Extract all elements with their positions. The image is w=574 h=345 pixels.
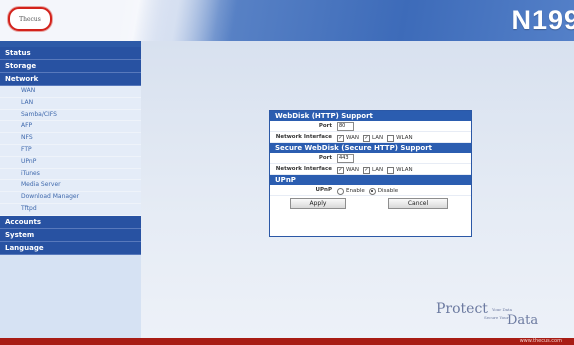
secure-webdisk-port-input[interactable]: 443 xyxy=(337,154,354,163)
webdisk-wlan-checkbox[interactable] xyxy=(387,134,395,142)
secure-webdisk-wlan-label: WLAN xyxy=(396,167,413,173)
model-title: N199 xyxy=(511,5,574,35)
secure-webdisk-port-row: Port 443 xyxy=(270,153,471,164)
footer-bar: www.thecus.com xyxy=(0,338,574,345)
upnp-enable-label: Enable xyxy=(346,188,365,194)
sidebar-category-accounts[interactable]: Accounts xyxy=(0,215,141,229)
slogan-protect: Protect xyxy=(436,301,488,317)
secure-webdisk-wan-label: WAN xyxy=(346,167,360,173)
slogan-data: Data xyxy=(507,313,539,328)
secure-webdisk-wlan-checkbox[interactable] xyxy=(387,166,395,174)
webdisk-port-row: Port 80 xyxy=(270,121,471,132)
footer-url[interactable]: www.thecus.com xyxy=(520,338,562,345)
header-swoosh xyxy=(120,0,260,41)
apply-button[interactable]: Apply xyxy=(290,198,346,209)
slogan-secure-your: Secure Your xyxy=(484,315,509,320)
sidebar-category-network[interactable]: Network xyxy=(0,73,141,86)
sidebar-item-ftp[interactable]: FTP xyxy=(0,144,141,157)
button-row: Apply Cancel xyxy=(270,196,471,209)
slogan-your-data: Your Data xyxy=(492,307,513,312)
secure-webdisk-lan-checkbox[interactable]: ✓ xyxy=(363,166,371,174)
sidebar-item-upnp[interactable]: UPnP xyxy=(0,156,141,169)
sidebar-empty-area xyxy=(0,254,141,345)
webdisk-wan-label: WAN xyxy=(346,135,360,141)
webdisk-settings-panel: WebDisk (HTTP) Support Port 80 Network I… xyxy=(269,110,472,237)
secure-webdisk-lan-label: LAN xyxy=(372,167,384,173)
header-bar: Thecus N199 xyxy=(0,0,574,41)
upnp-section-header: UPnP xyxy=(270,175,471,185)
webdisk-lan-checkbox[interactable]: ✓ xyxy=(363,134,371,142)
upnp-label: UPnP xyxy=(315,187,332,193)
webdisk-lan-label: LAN xyxy=(372,135,384,141)
webdisk-interface-label: Network Interface xyxy=(275,134,332,140)
sidebar: Status Storage Network WAN LAN Samba/CIF… xyxy=(0,41,141,345)
webdisk-wan-checkbox[interactable]: ✓ xyxy=(337,134,344,142)
upnp-disable-radio[interactable] xyxy=(368,187,376,195)
upnp-enable-radio[interactable] xyxy=(337,187,344,195)
logo-text: Thecus xyxy=(19,15,41,23)
secure-webdisk-interface-label: Network Interface xyxy=(275,166,332,172)
sidebar-item-tftpd[interactable]: Tftpd xyxy=(0,203,141,216)
secure-webdisk-wan-checkbox[interactable]: ✓ xyxy=(337,166,344,174)
sidebar-item-itunes[interactable]: iTunes xyxy=(0,168,141,181)
cancel-button[interactable]: Cancel xyxy=(388,198,448,209)
sidebar-category-status[interactable]: Status xyxy=(0,47,141,60)
webdisk-section-header: WebDisk (HTTP) Support xyxy=(270,111,471,121)
sidebar-item-lan[interactable]: LAN xyxy=(0,97,141,110)
brand-logo: Thecus xyxy=(8,7,52,31)
secure-webdisk-port-label: Port xyxy=(318,155,332,161)
sidebar-item-samba[interactable]: Samba/CIFS xyxy=(0,109,141,122)
webdisk-port-label: Port xyxy=(318,123,332,129)
sidebar-category-system[interactable]: System xyxy=(0,228,141,242)
sidebar-category-language[interactable]: Language xyxy=(0,241,141,255)
sidebar-item-nfs[interactable]: NFS xyxy=(0,133,141,145)
secure-webdisk-section-header: Secure WebDisk (Secure HTTP) Support xyxy=(270,143,471,153)
webdisk-port-input[interactable]: 80 xyxy=(337,122,354,131)
upnp-row: UPnP Enable Disable xyxy=(270,185,471,196)
sidebar-item-afp[interactable]: AFP xyxy=(0,121,141,134)
sidebar-item-download-manager[interactable]: Download Manager xyxy=(0,192,141,204)
webdisk-interface-row: Network Interface ✓ WAN ✓ LAN WLAN xyxy=(270,132,471,143)
sidebar-item-wan[interactable]: WAN xyxy=(0,86,141,98)
sidebar-category-storage[interactable]: Storage xyxy=(0,60,141,73)
secure-webdisk-interface-row: Network Interface ✓ WAN ✓ LAN WLAN xyxy=(270,164,471,175)
webdisk-wlan-label: WLAN xyxy=(396,135,413,141)
sidebar-item-media-server[interactable]: Media Server xyxy=(0,180,141,193)
upnp-disable-label: Disable xyxy=(377,188,399,194)
